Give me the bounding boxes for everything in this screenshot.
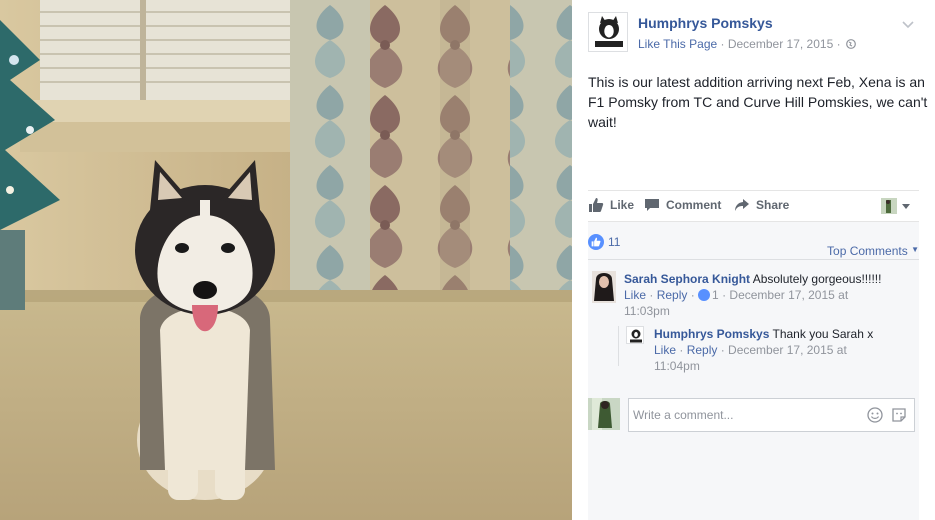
like-label: Like <box>610 198 635 212</box>
meta-dot: · <box>676 343 687 357</box>
post-action-bar: Like Comment Share <box>588 190 919 222</box>
comment-text: Absolutely gorgeous!!!!!! <box>750 272 882 286</box>
reply-meta: Like · Reply · December 17, 2015 at 11:0… <box>654 342 886 374</box>
meta-dot: · <box>687 288 699 302</box>
top-comments-dropdown[interactable]: Top Comments ▼ <box>827 244 919 258</box>
share-label: Share <box>756 198 790 212</box>
like-button[interactable]: Like <box>588 197 634 213</box>
comment-composer <box>588 398 919 432</box>
emoji-icon[interactable] <box>867 407 883 423</box>
composer-icons <box>867 407 907 423</box>
reply-reply-link[interactable]: Reply <box>687 343 718 357</box>
comment-icon <box>645 199 659 211</box>
reply-avatar[interactable] <box>626 326 644 344</box>
thumbs-up-icon <box>589 198 604 212</box>
top-comments-label: Top Comments <box>827 244 908 258</box>
divider <box>588 259 919 260</box>
reaction-count-text: 11 <box>608 235 621 249</box>
meta-dot-2: · <box>833 37 844 51</box>
comment-like-count[interactable]: 1 <box>712 288 719 302</box>
chevron-down-icon[interactable] <box>901 18 915 32</box>
husky-puppy-image <box>0 0 572 520</box>
like-reaction-icon <box>698 289 711 301</box>
comment-button[interactable]: Comment <box>644 197 721 213</box>
reactions-row: 11 Top Comments ▼ <box>588 230 919 258</box>
reaction-count[interactable]: 11 <box>588 234 620 250</box>
reply-author-name[interactable]: Humphrys Pomskys <box>654 327 769 341</box>
post-photo[interactable] <box>0 0 572 520</box>
comment-like-link[interactable]: Like <box>624 288 646 302</box>
reply-item: Humphrys Pomskys Thank you Sarah x Like … <box>626 326 886 374</box>
reply-like-link[interactable]: Like <box>654 343 676 357</box>
comment-label: Comment <box>666 198 722 212</box>
like-page-link[interactable]: Like This Page <box>638 37 717 51</box>
meta-dot: · <box>717 343 729 357</box>
share-button[interactable]: Share <box>734 197 789 213</box>
share-icon <box>735 199 749 211</box>
post-meta: Like This Page · December 17, 2015 · <box>638 37 856 51</box>
caret-down-icon <box>902 204 910 209</box>
post-panel: Humphrys Pomskys Like This Page · Decemb… <box>572 0 935 520</box>
identity-selector[interactable] <box>881 198 911 214</box>
current-user-avatar[interactable] <box>588 398 620 430</box>
post-header: Humphrys Pomskys Like This Page · Decemb… <box>588 12 919 56</box>
globe-icon[interactable] <box>846 39 856 49</box>
comment-meta: Like · Reply · 1 · December 17, 2015 at … <box>624 287 892 319</box>
post-text: This is our latest addition arriving nex… <box>588 74 928 130</box>
comments-section: 11 Top Comments ▼ Sarah Sephora Knight A… <box>588 222 919 520</box>
reply-text: Thank you Sarah x <box>769 327 874 341</box>
meta-dot: · <box>717 37 728 51</box>
meta-dot: · <box>646 288 657 302</box>
user-avatar-small <box>881 198 897 214</box>
sticker-icon[interactable] <box>891 407 907 423</box>
comment-reply-link[interactable]: Reply <box>657 288 688 302</box>
page-avatar[interactable] <box>588 12 628 52</box>
meta-dot: · <box>718 288 730 302</box>
commenter-avatar[interactable] <box>592 271 616 303</box>
comment-item: Sarah Sephora Knight Absolutely gorgeous… <box>592 271 892 319</box>
page-name-link[interactable]: Humphrys Pomskys <box>638 15 773 31</box>
like-reaction-icon <box>588 234 604 250</box>
reply-thread-line <box>618 326 619 366</box>
caret-down-icon: ▼ <box>911 245 919 254</box>
commenter-name[interactable]: Sarah Sephora Knight <box>624 272 750 286</box>
post-date[interactable]: December 17, 2015 <box>728 37 833 51</box>
